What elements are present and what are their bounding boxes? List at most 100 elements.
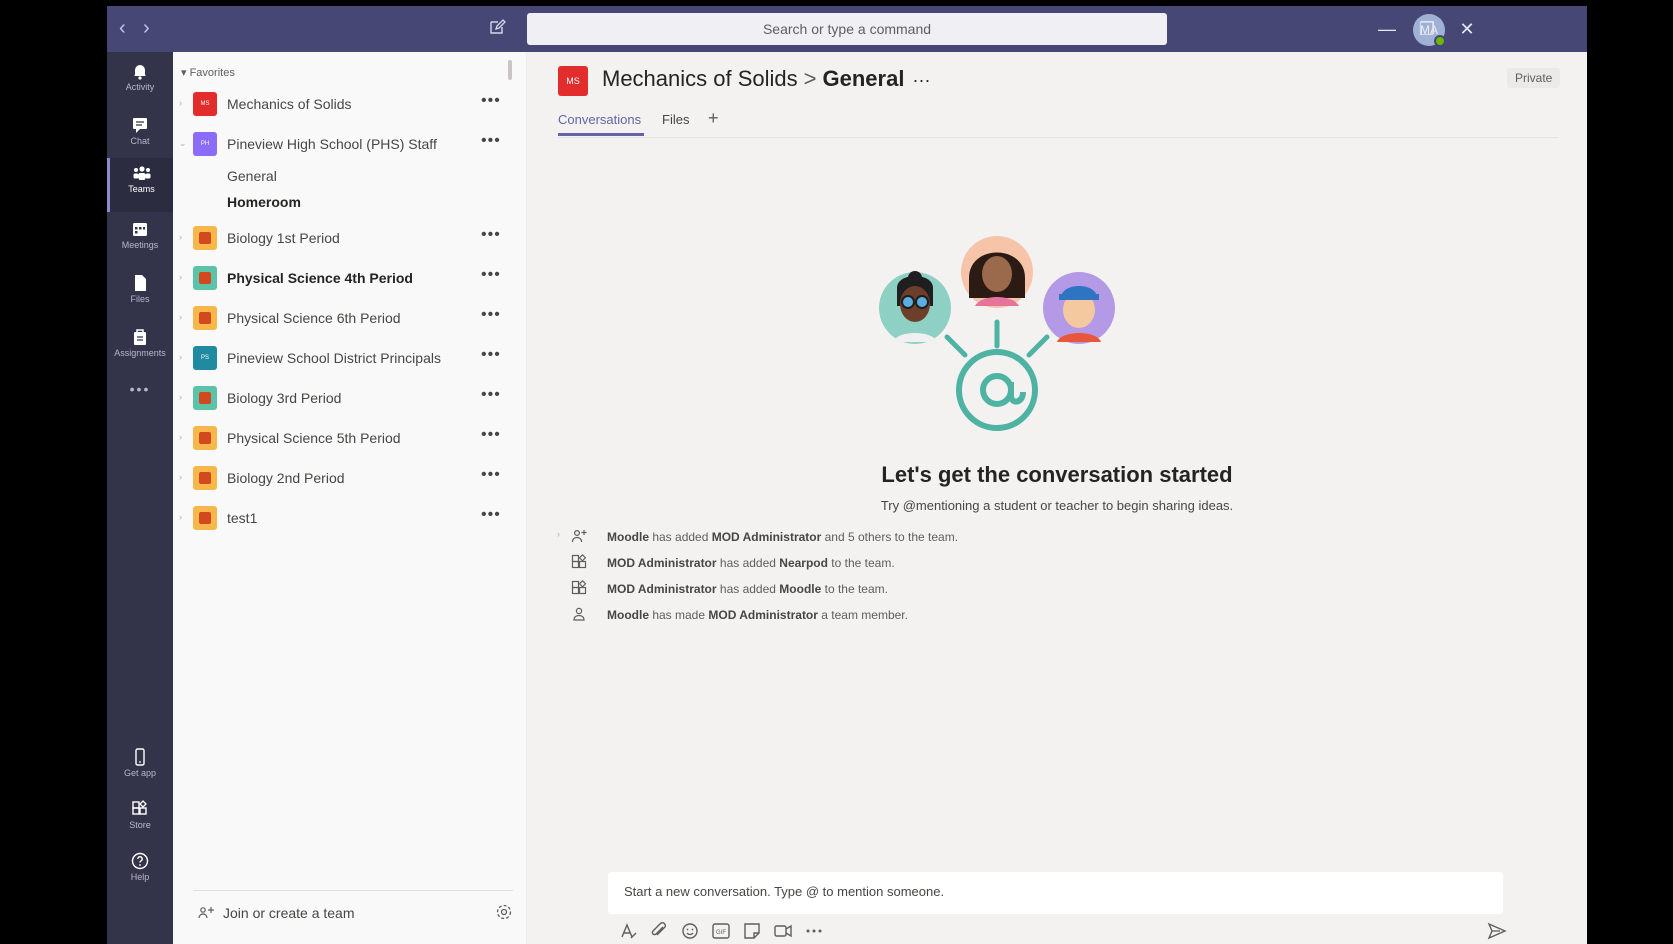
team-name: Biology 3rd Period xyxy=(227,390,342,406)
phone-icon xyxy=(135,748,145,766)
chevron-right-icon[interactable]: › xyxy=(557,529,560,539)
rail-label: Store xyxy=(129,820,151,830)
activity-item: MOD Administrator has added Nearpod to t… xyxy=(557,552,1257,574)
channel-more-button[interactable]: ··· xyxy=(912,70,930,90)
team-row-phs-staff[interactable]: ⌄ PH Pineview High School (PHS) Staff ••… xyxy=(173,128,513,162)
team-row-physical-science-4th[interactable]: › Physical Science 4th Period ••• xyxy=(173,262,513,296)
activity-target: MOD Administrator xyxy=(708,608,818,622)
team-name: Physical Science 5th Period xyxy=(227,430,401,446)
app-icon xyxy=(571,580,587,595)
tab-divider xyxy=(558,137,1558,138)
restore-button[interactable]: ❐ xyxy=(1414,16,1440,42)
team-row-mechanics-of-solids[interactable]: › MS Mechanics of Solids ••• xyxy=(173,88,513,122)
rail-item-store[interactable]: Store xyxy=(107,794,173,848)
rail-more-button[interactable]: ••• xyxy=(107,376,173,402)
rail-item-help[interactable]: Help xyxy=(107,846,173,900)
rail-item-activity[interactable]: Activity xyxy=(107,56,173,110)
join-create-team-label: Join or create a team xyxy=(223,905,355,921)
team-more-button[interactable]: ••• xyxy=(481,132,501,150)
more-icon[interactable] xyxy=(803,920,825,942)
activity-item: Moodle has made MOD Administrator a team… xyxy=(557,604,1257,626)
team-more-button[interactable]: ••• xyxy=(481,506,501,524)
activity-text: MOD Administrator has added Nearpod to t… xyxy=(607,556,895,570)
person-add-icon xyxy=(571,529,587,543)
teams-list-pane: ▾ Favorites › MS Mechanics of Solids •••… xyxy=(173,52,561,944)
activity-rest: to the team. xyxy=(821,582,888,596)
rail-item-teams[interactable]: Teams xyxy=(107,158,173,212)
rail-item-files[interactable]: Files xyxy=(107,268,173,322)
breadcrumb-separator: > xyxy=(803,66,817,91)
title-bar: ‹ › Search or type a command MA — ❐ ✕ xyxy=(107,6,1587,52)
favorites-label: Favorites xyxy=(189,67,235,79)
team-row-test1[interactable]: › test1 ••• xyxy=(173,502,513,536)
activity-text: MOD Administrator has added Moodle to th… xyxy=(607,582,888,596)
favorites-header[interactable]: ▾ Favorites xyxy=(181,66,235,79)
forward-button[interactable]: › xyxy=(143,18,150,38)
team-row-biology-2nd[interactable]: › Biology 2nd Period ••• xyxy=(173,462,513,496)
activity-verb: has added xyxy=(649,530,712,544)
gear-icon[interactable] xyxy=(495,903,513,921)
channel-header: Mechanics of Solids > General ··· xyxy=(602,66,930,92)
scrollbar[interactable] xyxy=(508,60,512,80)
compose-box[interactable]: Start a new conversation. Type @ to ment… xyxy=(608,872,1503,914)
team-name: Pineview School District Principals xyxy=(227,350,441,366)
team-row-physical-science-5th[interactable]: › Physical Science 5th Period ••• xyxy=(173,422,513,456)
channel-team-name[interactable]: Mechanics of Solids xyxy=(602,66,798,91)
team-avatar xyxy=(193,226,217,250)
activity-actor: MOD Administrator xyxy=(607,582,717,596)
activity-item: › Moodle has added MOD Administrator and… xyxy=(557,526,1257,548)
team-avatar xyxy=(193,426,217,450)
emoji-icon[interactable] xyxy=(679,920,701,942)
team-row-physical-science-6th[interactable]: › Physical Science 6th Period ••• xyxy=(173,302,513,336)
close-button[interactable]: ✕ xyxy=(1454,16,1480,42)
minimize-button[interactable]: — xyxy=(1374,16,1400,42)
chevron-right-icon: › xyxy=(179,512,182,522)
compose-icon[interactable] xyxy=(488,18,508,38)
team-name: Biology 1st Period xyxy=(227,230,340,246)
add-tab-button[interactable]: + xyxy=(708,108,719,129)
attach-icon[interactable] xyxy=(648,920,670,942)
team-more-button[interactable]: ••• xyxy=(481,386,501,404)
team-row-biology-3rd[interactable]: › Biology 3rd Period ••• xyxy=(173,382,513,416)
privacy-badge: Private xyxy=(1507,68,1561,88)
sticker-icon[interactable] xyxy=(741,920,763,942)
team-more-button[interactable]: ••• xyxy=(481,306,501,324)
rail-item-assignments[interactable]: Assignments xyxy=(107,322,173,376)
tab-conversations[interactable]: Conversations xyxy=(558,112,641,127)
activity-item: MOD Administrator has added Moodle to th… xyxy=(557,578,1257,600)
search-input[interactable]: Search or type a command xyxy=(527,13,1167,45)
activity-rest: a team member. xyxy=(817,608,908,622)
team-more-button[interactable]: ••• xyxy=(481,466,501,484)
channel-general[interactable]: General xyxy=(227,168,277,184)
team-more-button[interactable]: ••• xyxy=(481,226,501,244)
team-more-button[interactable]: ••• xyxy=(481,266,501,284)
rail-label: Chat xyxy=(130,136,150,146)
rail-item-meetings[interactable]: Meetings xyxy=(107,214,173,268)
chevron-right-icon: › xyxy=(179,432,182,442)
rail-item-chat[interactable]: Chat xyxy=(107,110,173,164)
conversation-illustration xyxy=(879,236,1115,431)
channel-name: General xyxy=(822,66,905,91)
team-more-button[interactable]: ••• xyxy=(481,426,501,444)
back-button[interactable]: ‹ xyxy=(119,18,126,38)
tab-files[interactable]: Files xyxy=(662,112,689,127)
activity-text: Moodle has added MOD Administrator and 5… xyxy=(607,530,958,544)
team-more-button[interactable]: ••• xyxy=(481,346,501,364)
store-icon xyxy=(132,800,147,815)
rail-item-get-app[interactable]: Get app xyxy=(107,742,173,796)
send-icon[interactable] xyxy=(1487,922,1507,940)
team-avatar xyxy=(193,506,217,530)
meet-icon[interactable] xyxy=(772,920,794,942)
team-row-biology-1st[interactable]: › Biology 1st Period ••• xyxy=(173,222,513,256)
team-name: test1 xyxy=(227,510,258,526)
team-more-button[interactable]: ••• xyxy=(481,92,501,110)
team-row-district-principals[interactable]: › PS Pineview School District Principals… xyxy=(173,342,513,376)
gif-icon[interactable]: GIF xyxy=(710,920,732,942)
activity-rest: to the team. xyxy=(827,556,895,570)
join-create-team-button[interactable]: Join or create a team xyxy=(193,890,513,924)
channel-homeroom[interactable]: Homeroom xyxy=(227,194,301,210)
format-icon[interactable] xyxy=(617,920,639,942)
chevron-right-icon: › xyxy=(179,352,182,362)
rail-label: Teams xyxy=(128,184,155,194)
teams-icon xyxy=(133,166,150,180)
